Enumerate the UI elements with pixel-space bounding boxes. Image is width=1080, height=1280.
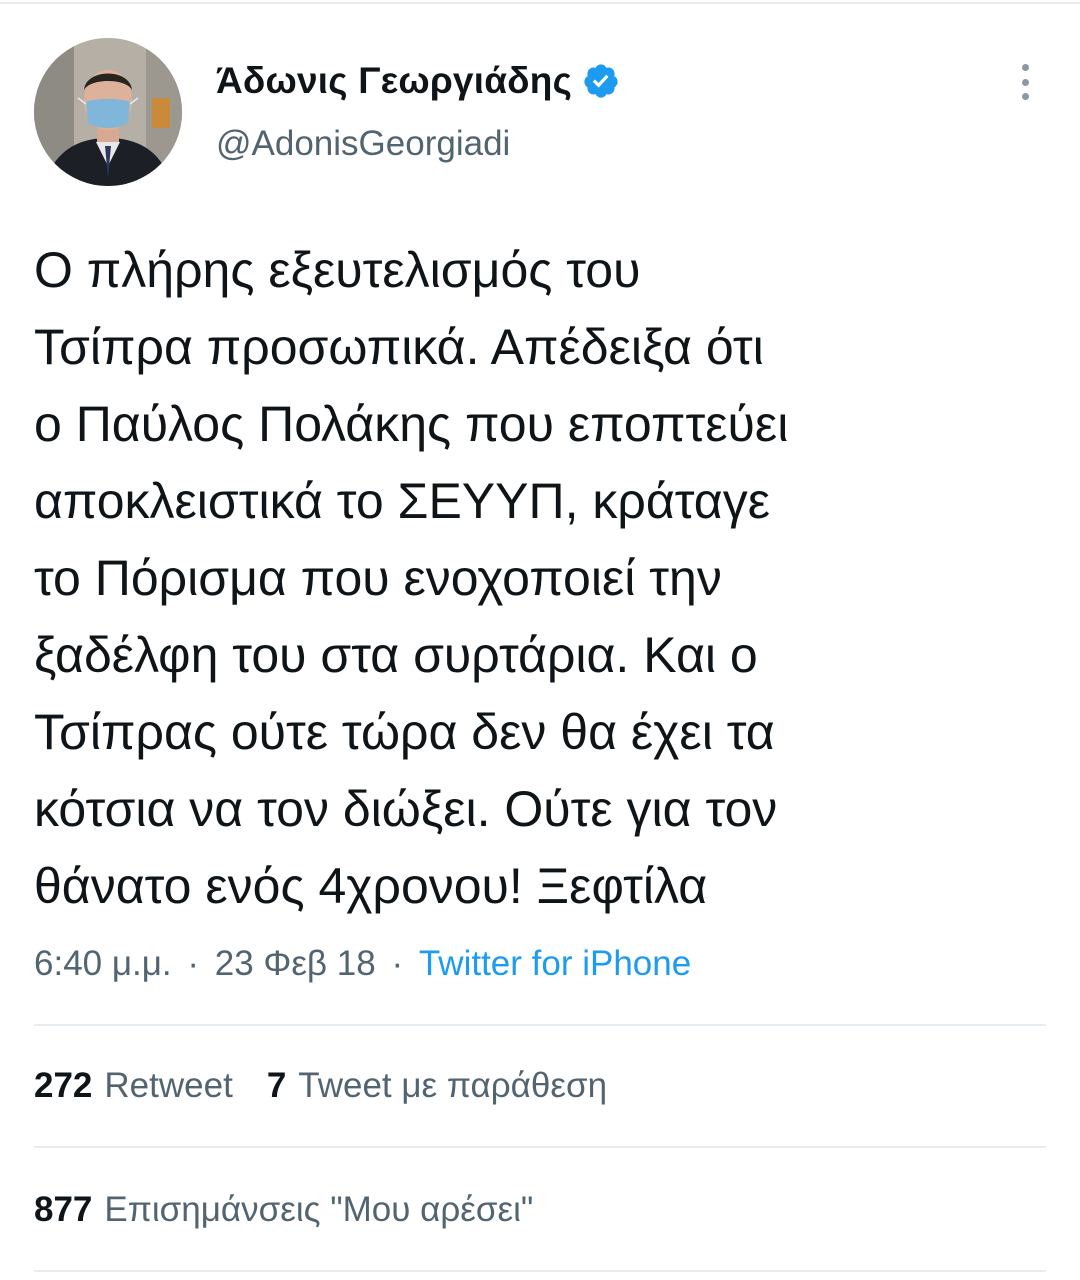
tweet-text-line: κότσια να τον διώξει. Ούτε για τον [34, 781, 778, 837]
quotes-count: 7 [266, 1066, 287, 1105]
divider [34, 1270, 1046, 1272]
verified-badge-icon [582, 62, 620, 100]
more-dot [1021, 78, 1029, 86]
avatar[interactable] [34, 38, 182, 186]
tweet-text-line: Τσίπρας ούτε τώρα δεν θα έχει τα [34, 704, 775, 760]
meta-separator: · [391, 944, 404, 983]
tweet-text-line: θάνατο ενός 4χρονου! Ξεφτίλα [34, 858, 708, 914]
meta-separator: · [187, 944, 200, 983]
author-name[interactable]: Άδωνις Γεωργιάδης [216, 60, 572, 102]
author-handle[interactable]: @AdonisGeorgiadi [216, 124, 510, 164]
retweets-label: Retweet [104, 1066, 233, 1105]
tweet-text-line: Ο πλήρης εξευτελισμός του [34, 242, 641, 298]
more-vertical-icon[interactable] [1008, 62, 1042, 102]
tweet-text-line: ο Παύλος Πολάκης που εποπτεύει [34, 396, 789, 452]
retweets-stat[interactable]: 272 Retweet [34, 1066, 233, 1106]
likes-stats-row: 877 Επισημάνσεις "Μου αρέσει" [34, 1190, 533, 1230]
quotes-label: Tweet με παράθεση [298, 1066, 608, 1105]
tweet-date[interactable]: 23 Φεβ 18 [215, 944, 376, 983]
tweet-source-link[interactable]: Twitter for iPhone [419, 944, 691, 983]
tweet-text-line: Τσίπρα προσωπικά. Απέδειξα ότι [34, 319, 764, 375]
avatar-photo [34, 38, 182, 186]
likes-count: 877 [34, 1190, 93, 1229]
divider [34, 1146, 1046, 1148]
retweets-count: 272 [34, 1066, 93, 1105]
author-name-row[interactable]: Άδωνις Γεωργιάδης [216, 52, 620, 110]
tweet-text-line: ξαδέλφη του στα συρτάρια. Και ο [34, 627, 758, 683]
tweet-text-line: το Πόρισμα που ενοχοποιεί την [34, 550, 722, 606]
retweet-stats-row: 272 Retweet 7 Tweet με παράθεση [34, 1066, 607, 1106]
likes-stat[interactable]: 877 Επισημάνσεις "Μου αρέσει" [34, 1190, 533, 1230]
tweet-text: Ο πλήρης εξευτελισμός του Τσίπρα προσωπι… [34, 232, 1044, 925]
more-dot [1021, 64, 1029, 71]
quotes-stat[interactable]: 7 Tweet με παράθεση [267, 1066, 607, 1106]
divider [34, 1024, 1046, 1026]
more-dot [1021, 93, 1029, 100]
likes-label: Επισημάνσεις "Μου αρέσει" [104, 1190, 534, 1229]
tweet-text-line: αποκλειστικά το ΣΕΥΥΠ, κράταγε [34, 473, 770, 529]
tweet-time[interactable]: 6:40 μ.μ. [34, 944, 172, 983]
tweet-detail: Άδωνις Γεωργιάδης @AdonisGeorgiadi Ο πλή… [0, 0, 1080, 1280]
tweet-meta: 6:40 μ.μ. · 23 Φεβ 18 · Twitter for iPho… [34, 944, 691, 984]
